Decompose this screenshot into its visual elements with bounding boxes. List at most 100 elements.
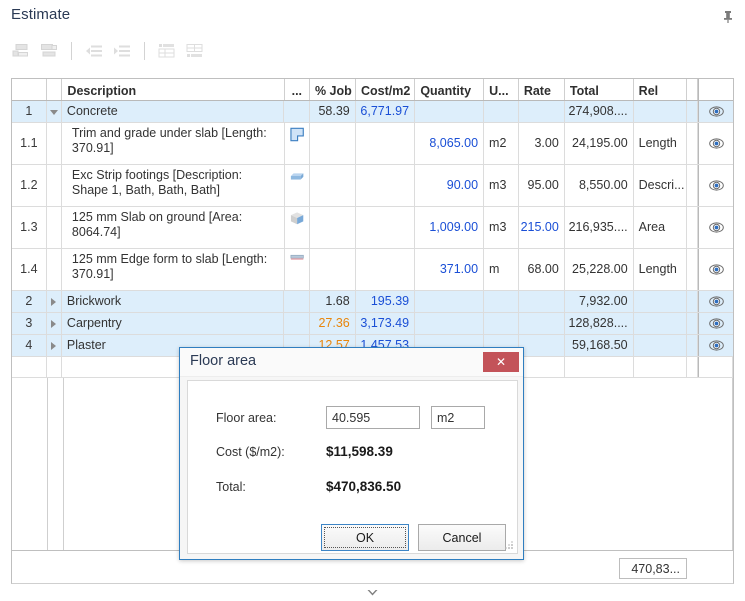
pin-icon[interactable]: [719, 8, 737, 26]
chevron-down-icon[interactable]: [0, 584, 745, 601]
total-cell[interactable]: 24,195.00: [565, 123, 634, 164]
tree-expander-toggle[interactable]: [47, 291, 62, 312]
rate-cell[interactable]: [519, 101, 565, 122]
quantity-cell[interactable]: 371.00: [415, 249, 485, 290]
add-sibling-item-button[interactable]: [8, 39, 34, 63]
rate-cell[interactable]: 215.00: [519, 207, 565, 248]
column-header-total[interactable]: Total: [565, 79, 634, 100]
pct-job-cell[interactable]: [310, 123, 356, 164]
insert-row-button[interactable]: [154, 39, 180, 63]
resize-grip-icon[interactable]: [504, 540, 514, 550]
close-icon[interactable]: ✕: [483, 352, 519, 372]
description-cell[interactable]: Concrete: [62, 101, 285, 122]
column-header-rel[interactable]: Rel: [634, 79, 688, 100]
description-cell[interactable]: Carpentry: [62, 313, 285, 334]
column-header-quantity[interactable]: Quantity: [415, 79, 485, 100]
rate-cell[interactable]: [519, 291, 565, 312]
rel-cell[interactable]: [634, 313, 688, 334]
table-row[interactable]: 1.3 125 mm Slab on ground [Area: 8064.74]…: [12, 207, 733, 249]
column-header-pct-job[interactable]: % Job: [310, 79, 356, 100]
description-cell[interactable]: Exc Strip footings [Description: Shape 1…: [62, 165, 285, 206]
quantity-cell[interactable]: [415, 291, 484, 312]
total-cell[interactable]: 128,828....: [565, 313, 634, 334]
rel-cell[interactable]: Length: [634, 123, 688, 164]
ok-button[interactable]: OK: [321, 524, 409, 551]
unit-cell[interactable]: [484, 101, 519, 122]
quantity-cell[interactable]: [415, 313, 484, 334]
unit-cell[interactable]: m2: [484, 123, 519, 164]
column-header-shape[interactable]: ...: [285, 79, 310, 100]
eye-icon[interactable]: [698, 249, 733, 290]
rel-cell[interactable]: [634, 291, 688, 312]
floor-area-input[interactable]: [326, 406, 420, 429]
column-header-description[interactable]: Description: [62, 79, 285, 100]
unit-cell[interactable]: [484, 313, 519, 334]
total-cell[interactable]: 25,228.00: [565, 249, 634, 290]
rel-cell[interactable]: Length: [634, 249, 688, 290]
rel-cell[interactable]: Descri...: [634, 165, 688, 206]
floor-area-dialog[interactable]: Floor area ✕ Floor area: Cost ($/m2): $1…: [179, 347, 524, 560]
table-row[interactable]: 1.2 Exc Strip footings [Description: Shap…: [12, 165, 733, 207]
pct-job-cell[interactable]: [310, 249, 356, 290]
pct-job-cell[interactable]: [310, 207, 356, 248]
quantity-cell[interactable]: 1,009.00: [415, 207, 485, 248]
unit-cell[interactable]: m: [484, 249, 519, 290]
total-cell[interactable]: 216,935....: [565, 207, 634, 248]
pct-job-cell[interactable]: 58.39: [310, 101, 356, 122]
tree-expander-toggle[interactable]: [47, 335, 62, 356]
eye-icon[interactable]: [698, 165, 733, 206]
total-cell[interactable]: 8,550.00: [565, 165, 634, 206]
bar-shape-icon[interactable]: [285, 249, 310, 290]
eye-icon[interactable]: [698, 207, 733, 248]
floor-area-unit-input[interactable]: [431, 406, 485, 429]
table-row[interactable]: 1.4 125 mm Edge form to slab [Length: 370…: [12, 249, 733, 291]
add-child-item-button[interactable]: [36, 39, 62, 63]
eye-icon[interactable]: [698, 101, 733, 122]
column-header-cost-m2[interactable]: Cost/m2: [356, 79, 416, 100]
unit-cell[interactable]: m3: [484, 207, 519, 248]
chevron-right-icon[interactable]: [51, 319, 57, 328]
column-header-visibility[interactable]: [698, 79, 733, 100]
rate-cell[interactable]: [519, 313, 565, 334]
prism-shape-icon[interactable]: [285, 165, 310, 206]
quantity-cell[interactable]: 8,065.00: [415, 123, 485, 164]
eye-icon[interactable]: [698, 123, 733, 164]
delete-row-button[interactable]: [182, 39, 208, 63]
description-cell[interactable]: 125 mm Edge form to slab [Length: 370.91…: [62, 249, 285, 290]
description-cell[interactable]: Trim and grade under slab [Length: 370.9…: [62, 123, 285, 164]
description-cell[interactable]: Brickwork: [62, 291, 285, 312]
unit-cell[interactable]: m3: [484, 165, 519, 206]
chevron-right-icon[interactable]: [51, 341, 57, 350]
table-row[interactable]: 1.1 Trim and grade under slab [Length: 37…: [12, 123, 733, 165]
total-cell[interactable]: 59,168.50: [565, 335, 634, 356]
column-header-tree[interactable]: [47, 79, 63, 100]
rel-cell[interactable]: [634, 101, 688, 122]
eye-icon[interactable]: [698, 313, 733, 334]
rate-cell[interactable]: 68.00: [519, 249, 565, 290]
pct-job-cell[interactable]: 1.68: [310, 291, 356, 312]
column-header-rate[interactable]: Rate: [519, 79, 565, 100]
cube-shape-icon[interactable]: [285, 207, 310, 248]
quantity-cell[interactable]: [415, 101, 484, 122]
cost-per-m2-cell[interactable]: [356, 165, 416, 206]
quantity-cell[interactable]: 90.00: [415, 165, 485, 206]
total-cell[interactable]: 7,932.00: [565, 291, 634, 312]
rate-cell[interactable]: 95.00: [519, 165, 565, 206]
cost-per-m2-cell[interactable]: [356, 207, 416, 248]
table-row[interactable]: 2 Brickwork 1.68 195.39 7,932.00: [12, 291, 733, 313]
outdent-button[interactable]: [81, 39, 107, 63]
table-row[interactable]: 3 Carpentry 27.36 3,173.49 128,828....: [12, 313, 733, 335]
chevron-down-icon[interactable]: [49, 110, 58, 115]
eye-icon[interactable]: [698, 335, 733, 356]
pct-job-cell[interactable]: 27.36: [310, 313, 356, 334]
unit-cell[interactable]: [484, 291, 519, 312]
cost-per-m2-cell[interactable]: [356, 249, 416, 290]
cost-per-m2-cell[interactable]: [356, 123, 416, 164]
table-row[interactable]: 1 Concrete 58.39 6,771.97 274,908....: [12, 101, 733, 123]
description-cell[interactable]: 125 mm Slab on ground [Area: 8064.74]: [62, 207, 285, 248]
tree-expander-toggle[interactable]: [47, 101, 62, 122]
tree-expander-toggle[interactable]: [47, 313, 62, 334]
rel-cell[interactable]: [634, 335, 688, 356]
column-header-index[interactable]: [12, 79, 47, 100]
column-header-unit[interactable]: U...: [484, 79, 519, 100]
